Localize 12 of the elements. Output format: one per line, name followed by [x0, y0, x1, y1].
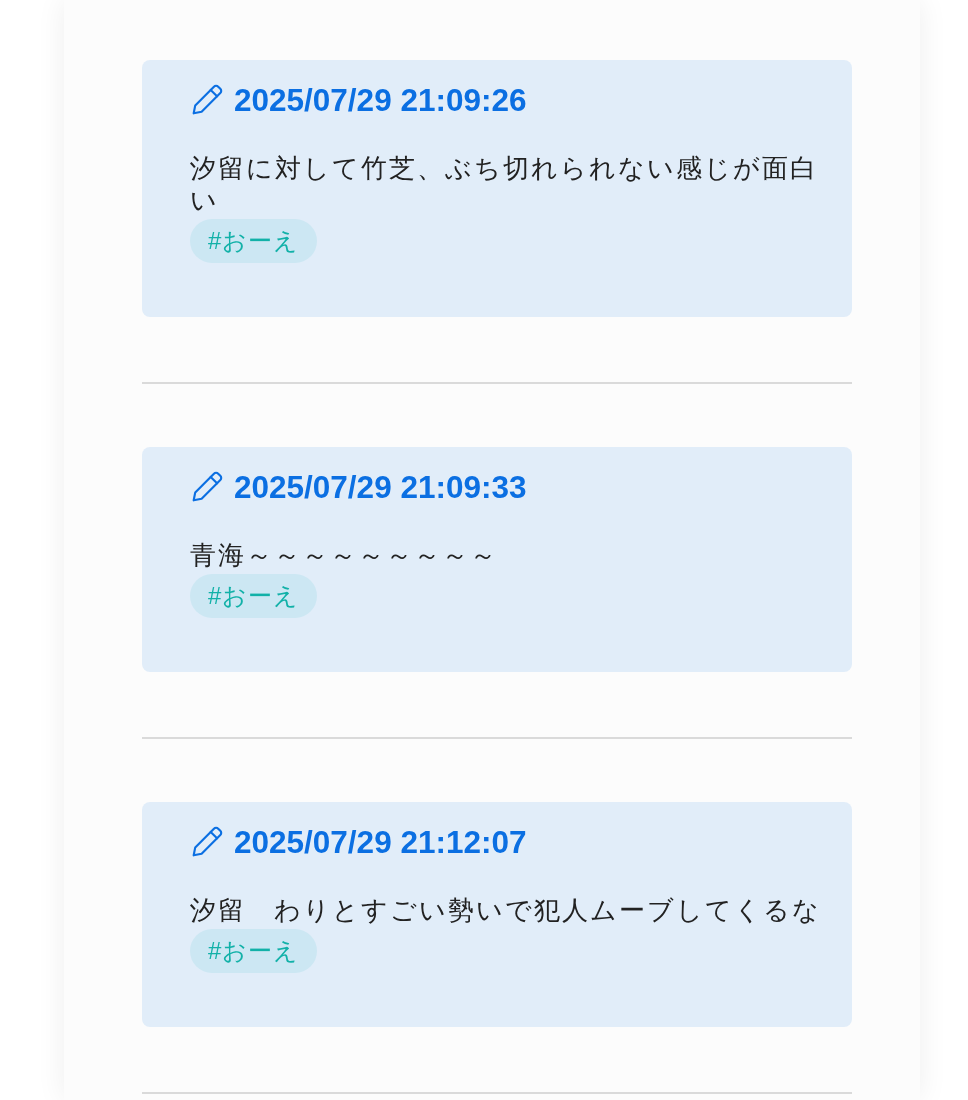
pencil-icon: [190, 825, 224, 859]
post-text: 汐留に対して竹芝、ぶち切れられない感じが面白い: [190, 152, 819, 216]
hashtag-chip[interactable]: #おーえ: [190, 929, 318, 973]
hashtag-chip[interactable]: #おーえ: [190, 574, 318, 618]
hashtag-chip[interactable]: #おーえ: [190, 219, 318, 263]
pencil-icon: [190, 470, 224, 504]
timestamp-link[interactable]: 2025/07/29 21:12:07: [234, 824, 527, 860]
post-text: 汐留 わりとすごい勢いで犯人ムーブしてくるな: [190, 894, 822, 926]
post-text: 青海～～～～～～～～～: [190, 539, 499, 571]
pencil-icon: [190, 83, 224, 117]
timestamp-link[interactable]: 2025/07/29 21:09:26: [234, 82, 527, 118]
timestamp-link[interactable]: 2025/07/29 21:09:33: [234, 469, 527, 505]
